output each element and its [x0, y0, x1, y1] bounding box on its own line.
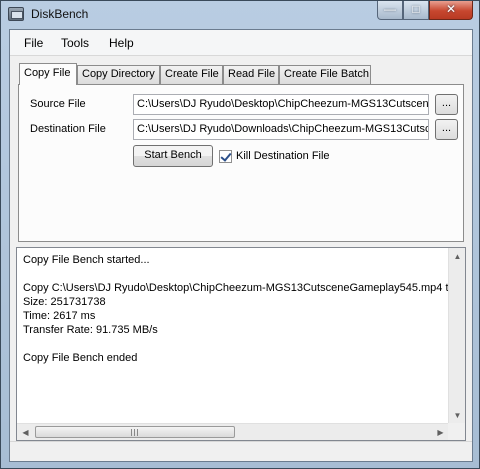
log-line: Transfer Rate: 91.735 MB/s — [23, 324, 158, 336]
tab-create-file[interactable]: Create File — [160, 65, 223, 84]
source-file-input[interactable]: C:\Users\DJ Ryudo\Desktop\ChipCheezum-MG… — [133, 94, 429, 115]
tab-copy-file[interactable]: Copy File — [19, 63, 77, 85]
copy-file-panel: Source File C:\Users\DJ Ryudo\Desktop\Ch… — [18, 84, 464, 242]
window-title: DiskBench — [31, 7, 89, 21]
tab-copy-directory[interactable]: Copy Directory — [77, 65, 160, 84]
scroll-corner — [448, 423, 465, 440]
menu-help[interactable]: Help — [109, 36, 134, 50]
scroll-grip-icon — [131, 429, 139, 436]
source-file-label: Source File — [30, 98, 86, 110]
menu-file[interactable]: File — [24, 36, 43, 50]
destination-file-label: Destination File — [30, 123, 106, 135]
client-area: File Tools Help Copy File Copy Directory… — [9, 29, 473, 462]
scroll-left-icon[interactable]: ◀ — [17, 424, 34, 440]
log-line: Time: 2617 ms — [23, 310, 96, 322]
start-bench-button[interactable]: Start Bench — [133, 145, 213, 167]
destination-file-input[interactable]: C:\Users\DJ Ryudo\Downloads\ChipCheezum-… — [133, 119, 429, 140]
log-line: Copy File Bench started... — [23, 254, 150, 266]
app-icon — [8, 7, 24, 21]
log-output[interactable]: Copy File Bench started... Copy C:\Users… — [16, 247, 466, 441]
diskbench-window: DiskBench — □ ✕ File Tools Help Copy Fil… — [0, 0, 480, 469]
log-line: Copy File Bench ended — [23, 352, 138, 364]
menu-bar: File Tools Help — [10, 30, 472, 56]
source-browse-button[interactable]: ... — [435, 94, 458, 115]
minimize-button[interactable]: — — [377, 1, 403, 20]
menu-tools[interactable]: Tools — [61, 36, 89, 50]
horizontal-scrollbar[interactable]: ◀ ▶ — [17, 423, 449, 440]
vertical-scrollbar[interactable]: ▲ ▼ — [448, 248, 465, 424]
tab-create-file-batch[interactable]: Create File Batch — [279, 65, 371, 84]
kill-destination-label[interactable]: Kill Destination File — [236, 150, 330, 162]
destination-browse-button[interactable]: ... — [435, 119, 458, 140]
maximize-button[interactable]: □ — [403, 1, 429, 20]
scroll-down-icon[interactable]: ▼ — [449, 407, 465, 424]
kill-destination-checkbox[interactable] — [219, 150, 232, 163]
horizontal-scroll-thumb[interactable] — [35, 426, 235, 438]
tab-read-file[interactable]: Read File — [223, 65, 279, 84]
log-line: Size: 251731738 — [23, 296, 106, 308]
caption-buttons: — □ ✕ — [377, 1, 473, 21]
scroll-up-icon[interactable]: ▲ — [449, 248, 465, 265]
close-button[interactable]: ✕ — [429, 1, 473, 20]
status-bar — [10, 441, 472, 461]
log-line: Copy C:\Users\DJ Ryudo\Desktop\ChipCheez… — [23, 282, 455, 294]
scroll-right-icon[interactable]: ▶ — [432, 424, 449, 440]
title-bar[interactable]: DiskBench — □ ✕ — [1, 1, 479, 29]
